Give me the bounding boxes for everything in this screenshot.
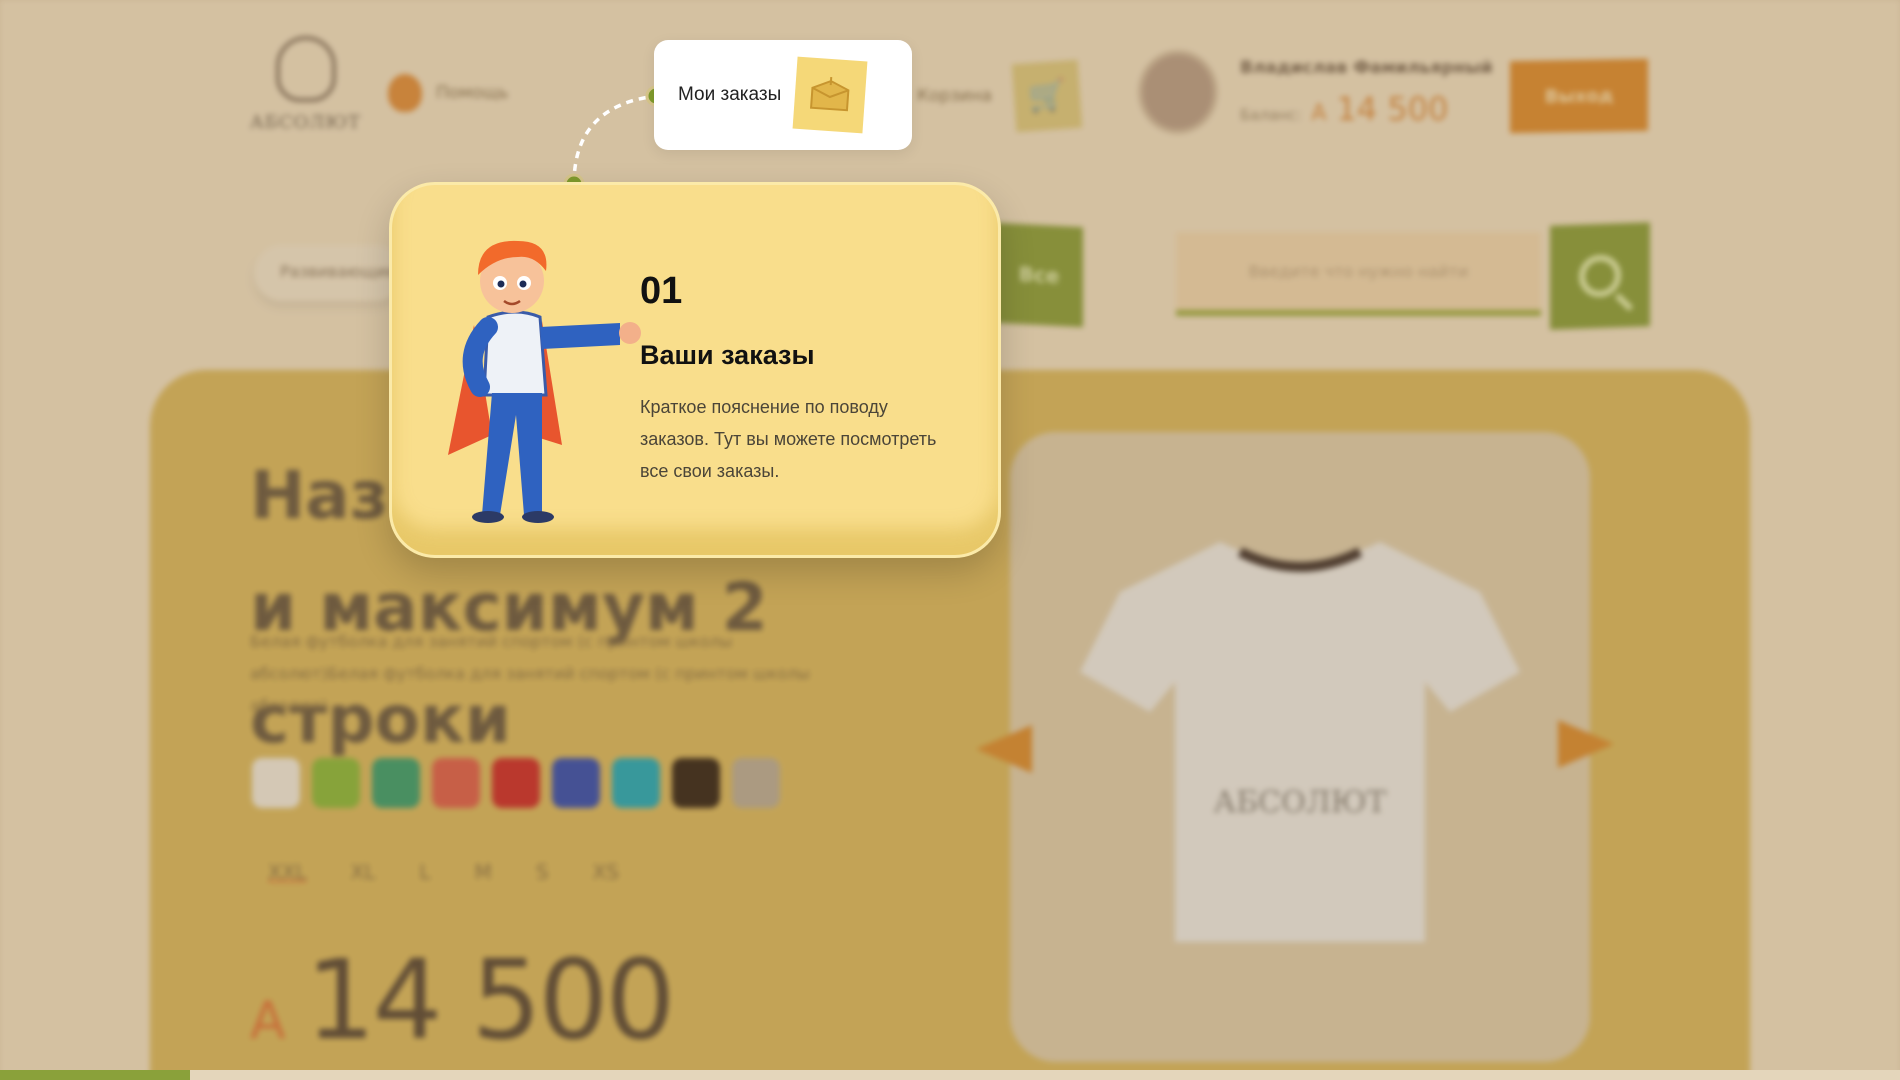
my-orders-link[interactable]: Мои заказы [654,40,912,150]
progress-fill [0,1070,190,1080]
onboarding-progress [0,1070,1900,1080]
my-orders-label: Мои заказы [678,84,782,105]
box-icon [792,56,868,134]
onboarding-tooltip: 01 Ваши заказы Краткое пояснение по пово… [389,182,1001,558]
tooltip-title: Ваши заказы [640,340,815,370]
guide-character-icon [448,240,641,523]
step-number: 01 [640,270,683,312]
tooltip-text: Краткое пояснение по поводу заказов. Тут… [640,397,937,481]
